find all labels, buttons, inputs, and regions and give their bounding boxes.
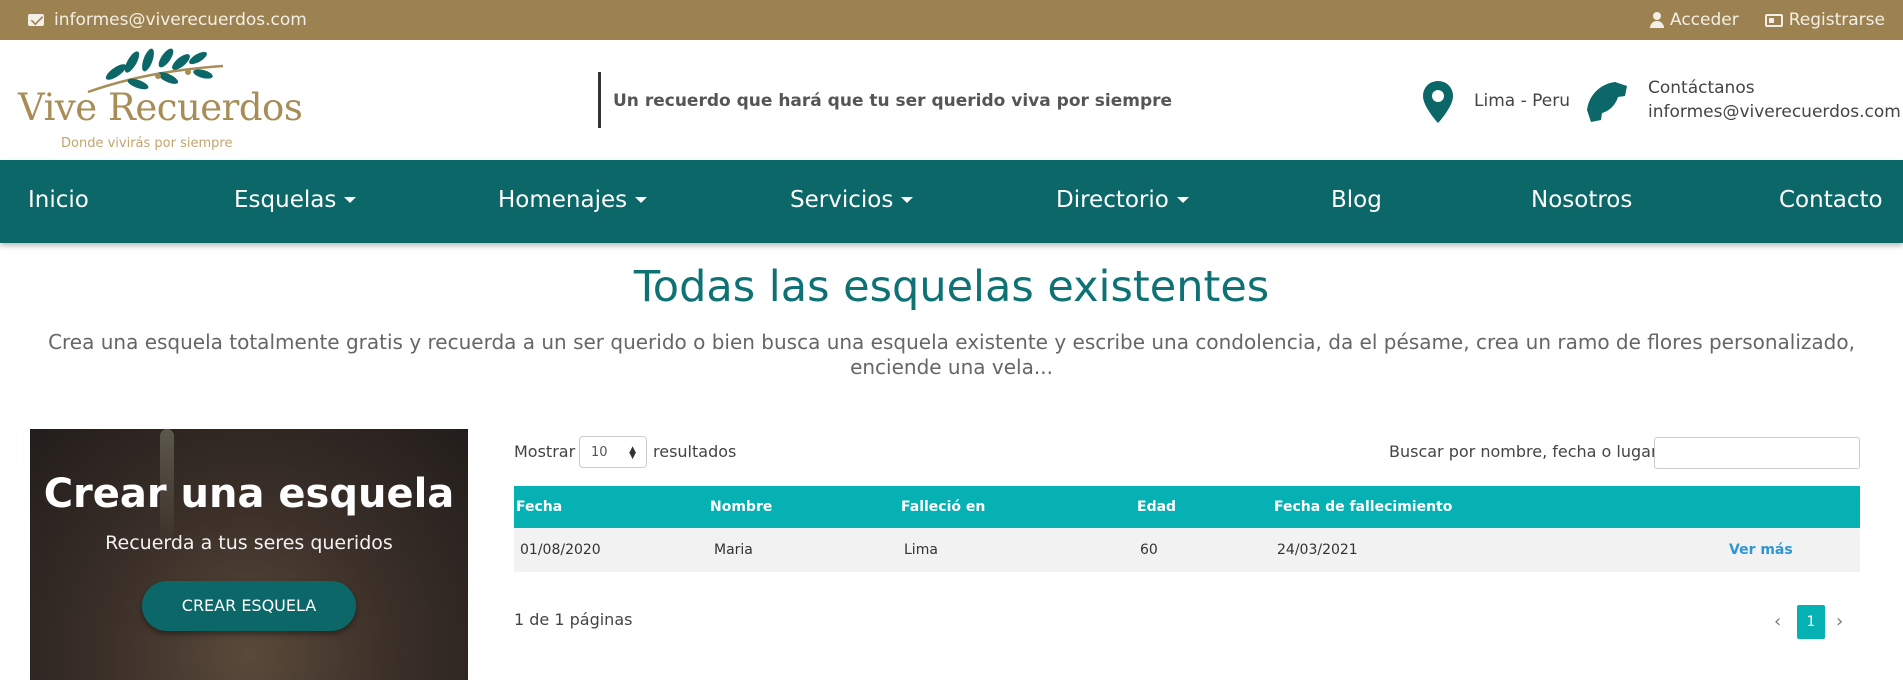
caret-down-icon <box>344 197 357 203</box>
nav-item-contacto[interactable]: Contacto <box>1779 187 1883 213</box>
nav-item-inicio[interactable]: Inicio <box>28 187 89 213</box>
account-links: Acceder Registrarse <box>1650 10 1885 30</box>
logo-tagline: Donde vivirás por siempre <box>61 136 233 151</box>
divider <box>598 72 601 128</box>
top-email-text: informes@viverecuerdos.com <box>54 10 307 30</box>
nav-item-servicios[interactable]: Servicios <box>790 187 914 213</box>
main-nav: Inicio Esquelas Homenajes Servicios Dire… <box>0 160 1903 243</box>
login-label: Acceder <box>1670 10 1739 30</box>
contact-email[interactable]: informes@viverecuerdos.com <box>1648 102 1901 122</box>
column-header[interactable]: Fecha de fallecimiento <box>1274 499 1452 515</box>
site-header: Vive Recuerdos Donde vivirás por siempre… <box>0 40 1903 160</box>
column-header[interactable]: Nombre <box>710 499 772 515</box>
envelope-icon <box>28 14 44 26</box>
site-logo[interactable]: Vive Recuerdos Donde vivirás por siempre <box>18 48 303 156</box>
column-header[interactable]: Falleció en <box>901 499 985 515</box>
logo-name: Vive Recuerdos <box>18 86 303 129</box>
chevron-right-icon[interactable]: › <box>1836 611 1843 632</box>
nav-label: Inicio <box>28 187 89 213</box>
top-bar: informes@viverecuerdos.com Acceder Regis… <box>0 0 1903 40</box>
login-link[interactable]: Acceder <box>1650 10 1739 30</box>
column-header[interactable]: Fecha <box>516 499 562 515</box>
table-header: Fecha Nombre Falleció en Edad Fecha de f… <box>514 486 1860 528</box>
page-size-suffix: resultados <box>653 442 737 461</box>
user-icon <box>1650 12 1664 28</box>
nav-item-homenajes[interactable]: Homenajes <box>498 187 648 213</box>
nav-item-blog[interactable]: Blog <box>1331 187 1382 213</box>
caret-down-icon <box>635 197 648 203</box>
page-size-select[interactable]: 10 ▲ ▼ <box>579 436 647 468</box>
view-more-link[interactable]: Ver más <box>1729 542 1793 558</box>
page-subtitle: Crea una esquela totalmente gratis y rec… <box>48 330 1855 379</box>
create-obituary-card: Crear una esquela Recuerda a tus seres q… <box>30 429 468 680</box>
caret-down-icon <box>1176 197 1189 203</box>
header-tagline: Un recuerdo que hará que tu ser querido … <box>613 91 1173 111</box>
page-size-value: 10 <box>591 445 608 460</box>
nav-label: Contacto <box>1779 187 1883 213</box>
nav-label: Homenajes <box>498 187 628 213</box>
cell-nombre: Maria <box>714 542 753 558</box>
register-link[interactable]: Registrarse <box>1764 10 1885 30</box>
page-button-current[interactable]: 1 <box>1797 605 1825 639</box>
phone-icon <box>1587 82 1627 122</box>
id-card-icon <box>1764 13 1783 27</box>
cell-fecha-fallecimiento: 24/03/2021 <box>1277 542 1358 558</box>
create-obituary-button[interactable]: CREAR ESQUELA <box>142 581 356 631</box>
nav-item-directorio[interactable]: Directorio <box>1056 187 1189 213</box>
nav-label: Blog <box>1331 187 1382 213</box>
search-input[interactable] <box>1654 437 1860 469</box>
cell-fallecio-en: Lima <box>904 542 938 558</box>
nav-label: Servicios <box>790 187 894 213</box>
search-label: Buscar por nombre, fecha o lugar <box>1389 442 1658 461</box>
nav-label: Directorio <box>1056 187 1169 213</box>
cell-edad: 60 <box>1140 542 1158 558</box>
caret-down-icon <box>901 197 914 203</box>
location-text: Lima - Peru <box>1474 91 1570 111</box>
contact-label: Contáctanos <box>1648 78 1755 98</box>
top-email-link[interactable]: informes@viverecuerdos.com <box>28 10 307 30</box>
table-row: 01/08/2020 Maria Lima 60 24/03/2021 Ver … <box>514 528 1860 572</box>
nav-item-nosotros[interactable]: Nosotros <box>1531 187 1632 213</box>
column-header[interactable]: Edad <box>1137 499 1176 515</box>
chevron-left-icon[interactable]: ‹ <box>1774 611 1781 632</box>
sort-arrows-icon: ▲ ▼ <box>629 445 636 461</box>
cell-fecha: 01/08/2020 <box>520 542 601 558</box>
nav-item-esquelas[interactable]: Esquelas <box>234 187 357 213</box>
nav-label: Esquelas <box>234 187 337 213</box>
promo-title: Crear una esquela <box>43 471 455 517</box>
page-size-label: Mostrar <box>514 442 576 461</box>
nav-label: Nosotros <box>1531 187 1633 213</box>
register-label: Registrarse <box>1788 10 1885 30</box>
map-pin-icon <box>1423 81 1453 123</box>
page-title: Todas las esquelas existentes <box>633 262 1270 312</box>
pages-info: 1 de 1 páginas <box>514 610 633 629</box>
promo-subtitle: Recuerda a tus seres queridos <box>105 532 393 554</box>
